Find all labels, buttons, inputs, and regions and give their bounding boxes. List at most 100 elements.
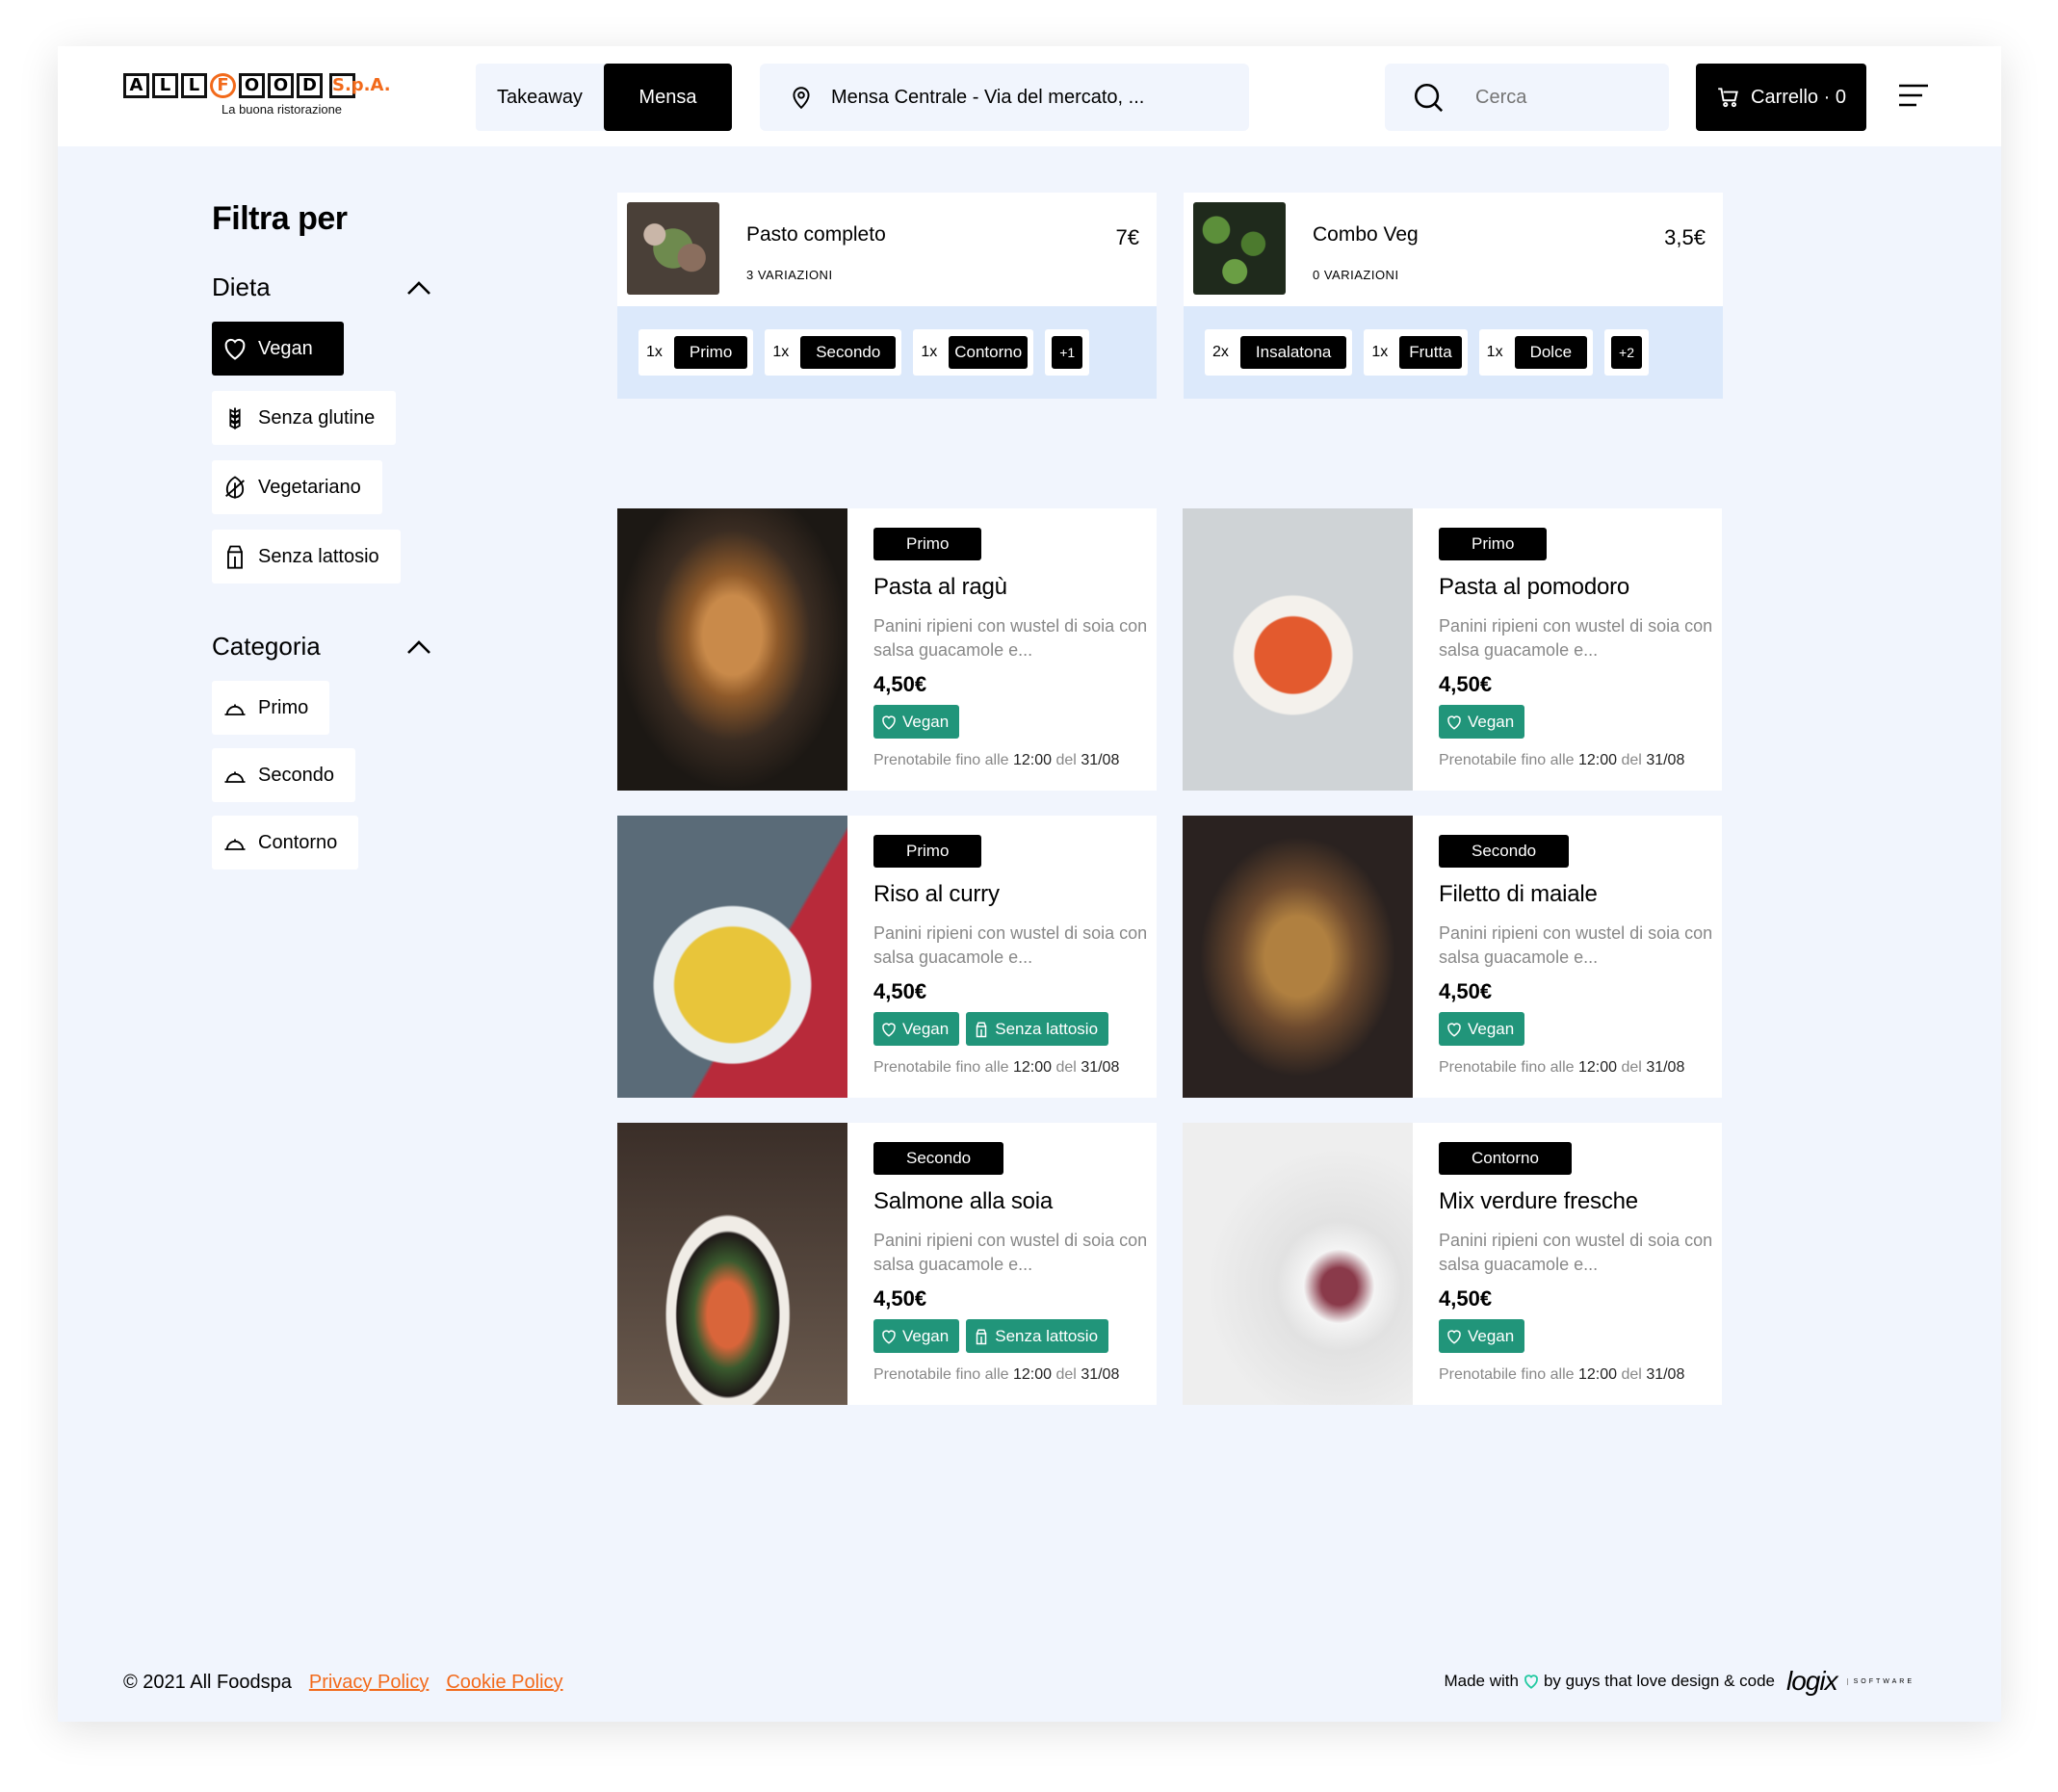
diet-section-header[interactable]: Dieta	[212, 273, 431, 302]
combo-item-tag: Insalatona	[1239, 336, 1347, 369]
heart-icon	[882, 1022, 896, 1037]
mode-switch: Takeaway Mensa	[476, 64, 732, 131]
diet-badge-label: Vegan	[902, 712, 950, 731]
dish-card[interactable]: Primo Pasta al pomodoro Panini ripieni con…	[1183, 508, 1722, 791]
category-badge: Contorno	[1439, 1142, 1572, 1175]
filter-label: Vegetariano	[258, 476, 361, 498]
combo-variations: 0 VARIAZIONI	[1313, 268, 1399, 282]
dish-card[interactable]: Primo Pasta al ragù Panini ripieni con wus…	[617, 508, 1157, 791]
dish-title: Filetto di maiale	[1439, 881, 1598, 907]
category-badge: Primo	[1439, 528, 1548, 560]
logo-letter: F	[210, 73, 236, 98]
diet-filter-list: Vegan Senza glutine Vegetariano Senza la…	[212, 322, 462, 584]
filter-secondo[interactable]: Secondo	[212, 748, 355, 802]
availability-date: 31/08	[1646, 1366, 1685, 1383]
availability-prefix: Prenotabile fino alle	[1439, 752, 1575, 768]
heart-icon	[224, 338, 246, 360]
availability-prefix: Prenotabile fino alle	[873, 1059, 1009, 1076]
combo-item: 1x Frutta	[1364, 329, 1468, 376]
dish-card[interactable]: Secondo Salmone alla soia Panini ripieni c…	[617, 1123, 1157, 1405]
heart-icon	[1447, 1329, 1461, 1344]
dish-price: 4,50€	[1439, 979, 1493, 1003]
dish-image	[617, 1123, 847, 1405]
dish-title: Salmone alla soia	[873, 1188, 1054, 1214]
cart-button[interactable]: Carrello · 0	[1696, 64, 1866, 131]
combo-item-qty: 2x	[1212, 344, 1229, 360]
combo-items: 1x Primo 1x Secondo 1x Contorno +1	[617, 306, 1157, 399]
search-icon[interactable]	[1412, 81, 1445, 114]
combo-item-tag: Frutta	[1399, 336, 1462, 369]
logo-letter: L	[152, 73, 178, 98]
search-input[interactable]	[1475, 86, 1649, 109]
chevron-up-icon[interactable]	[406, 280, 431, 296]
diet-badge: Senza lattosio	[966, 1012, 1109, 1046]
diet-badge-label: Vegan	[902, 1019, 950, 1038]
combo-price: 3,5€	[1664, 225, 1706, 249]
filter-primo[interactable]: Primo	[212, 681, 330, 735]
combo-item-tag: Contorno	[949, 336, 1029, 369]
combo-card[interactable]: Combo Veg 0 VARIAZIONI 3,5€ 2x Insalatona…	[1184, 193, 1723, 399]
dish-title: Pasta al pomodoro	[1439, 574, 1630, 600]
cookie-policy-link[interactable]: Cookie Policy	[446, 1672, 562, 1694]
filter-senza-glutine[interactable]: Senza glutine	[212, 391, 397, 445]
diet-badge: Vegan	[1439, 1319, 1525, 1353]
credits-made-with: Made with	[1444, 1672, 1519, 1690]
logo-letter: O	[239, 73, 265, 98]
combo-item-qty: 1x	[921, 344, 938, 360]
category-section-header[interactable]: Categoria	[212, 632, 431, 662]
wheat-icon	[229, 407, 241, 429]
diet-badges: Vegan	[1439, 705, 1722, 739]
dish-card[interactable]: Primo Riso al curry Panini ripieni con wus…	[617, 816, 1157, 1098]
dish-title: Mix verdure fresche	[1439, 1188, 1638, 1214]
availability-date: 31/08	[1081, 1059, 1120, 1076]
filter-vegetariano[interactable]: Vegetariano	[212, 460, 382, 514]
dish-price: 4,50€	[873, 672, 927, 696]
availability-date: 31/08	[1646, 1059, 1685, 1076]
location-selector[interactable]: Mensa Centrale - Via del mercato, ...	[760, 64, 1249, 131]
logo-letter: O	[268, 73, 294, 98]
combo-more[interactable]: +1	[1045, 329, 1090, 376]
cart-label: Carrello · 0	[1751, 86, 1846, 108]
filter-vegan[interactable]: Vegan	[212, 322, 344, 376]
diet-badge: Vegan	[1439, 1012, 1525, 1046]
diet-heading: Dieta	[212, 273, 271, 301]
combo-item-qty: 1x	[1371, 344, 1389, 360]
dish-title: Pasta al ragù	[873, 574, 1007, 600]
combo-more-tag: +1	[1052, 336, 1083, 369]
brand-logo[interactable]: A L L F O O D S.p.A. La buona ristorazione	[123, 73, 391, 117]
availability-del: del	[1055, 1059, 1077, 1076]
takeaway-button[interactable]: Takeaway	[476, 64, 604, 131]
availability-del: del	[1621, 1366, 1642, 1383]
diet-badges: Vegan Senza lattosio	[873, 1012, 1157, 1046]
combo-item-qty: 1x	[646, 344, 663, 360]
combo-card[interactable]: Pasto completo 3 VARIAZIONI 7€ 1x Primo 1…	[617, 193, 1157, 399]
dish-card[interactable]: Secondo Filetto di maiale Panini ripieni c…	[1183, 816, 1722, 1098]
combo-item-tag: Primo	[673, 336, 748, 369]
brand-tagline: La buona ristorazione	[221, 102, 343, 117]
availability-del: del	[1055, 1366, 1077, 1383]
combo-more[interactable]: +2	[1604, 329, 1650, 376]
filter-senza-lattosio[interactable]: Senza lattosio	[212, 530, 401, 584]
chevron-up-icon[interactable]	[406, 639, 431, 655]
search-box	[1385, 64, 1669, 131]
availability-time: 12:00	[1578, 1059, 1618, 1076]
logix-logo[interactable]: logix	[1786, 1666, 1838, 1697]
filter-contorno[interactable]: Contorno	[212, 816, 359, 870]
privacy-policy-link[interactable]: Privacy Policy	[309, 1672, 429, 1694]
mensa-button[interactable]: Mensa	[603, 64, 732, 131]
milk-carton-icon	[227, 545, 243, 569]
hamburger-menu-icon[interactable]	[1899, 83, 1928, 108]
dish-card[interactable]: Contorno Mix verdure fresche Panini ripien…	[1183, 1123, 1722, 1405]
combo-name: Pasto completo	[746, 223, 886, 246]
availability-date: 31/08	[1646, 752, 1685, 768]
availability: Prenotabile fino alle 12:00 del 31/08	[873, 1366, 1157, 1384]
dish-description: Panini ripieni con wustel di soia con sa…	[1439, 923, 1713, 967]
combo-items: 2x Insalatona 1x Frutta 1x Dolce +2	[1184, 306, 1723, 399]
leaf-icon	[225, 476, 245, 499]
milk-carton-icon	[976, 1022, 987, 1037]
dish-title: Riso al curry	[873, 881, 1000, 907]
dish-description: Panini ripieni con wustel di soia con sa…	[1439, 1231, 1713, 1274]
combo-variations: 3 VARIAZIONI	[746, 268, 833, 282]
dish-grid: Primo Pasta al ragù Panini ripieni con wus…	[617, 508, 1722, 1405]
dish-description: Panini ripieni con wustel di soia con sa…	[873, 616, 1148, 660]
